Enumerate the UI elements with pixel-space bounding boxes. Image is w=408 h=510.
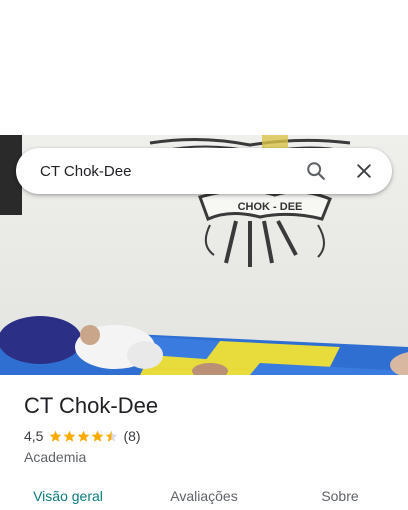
star-icon	[92, 430, 104, 442]
emblem-text: CHOK - DEE	[238, 201, 303, 213]
rating-stars	[49, 430, 119, 443]
star-icon	[50, 430, 62, 442]
close-icon	[357, 164, 371, 178]
map-blank-area	[0, 0, 408, 135]
search-icon	[307, 162, 325, 180]
star-icon	[64, 430, 76, 442]
close-button[interactable]	[340, 148, 388, 194]
rating-row[interactable]: 4,5 (8)	[24, 428, 141, 444]
place-title: CT Chok-Dee	[24, 393, 159, 418]
place-category[interactable]: Academia	[24, 449, 86, 465]
tab-overview[interactable]: Visão geral	[0, 476, 136, 510]
search-input[interactable]	[16, 148, 292, 194]
star-icon	[106, 430, 118, 442]
tab-about[interactable]: Sobre	[272, 476, 408, 510]
search-bar[interactable]	[16, 148, 392, 194]
tab-bar: Visão geral Avaliações Sobre	[0, 476, 408, 510]
tab-reviews[interactable]: Avaliações	[136, 476, 272, 510]
review-count[interactable]: (8)	[123, 428, 140, 444]
search-button[interactable]	[292, 148, 340, 194]
rating-value: 4,5	[24, 428, 44, 444]
star-icon	[78, 430, 90, 442]
